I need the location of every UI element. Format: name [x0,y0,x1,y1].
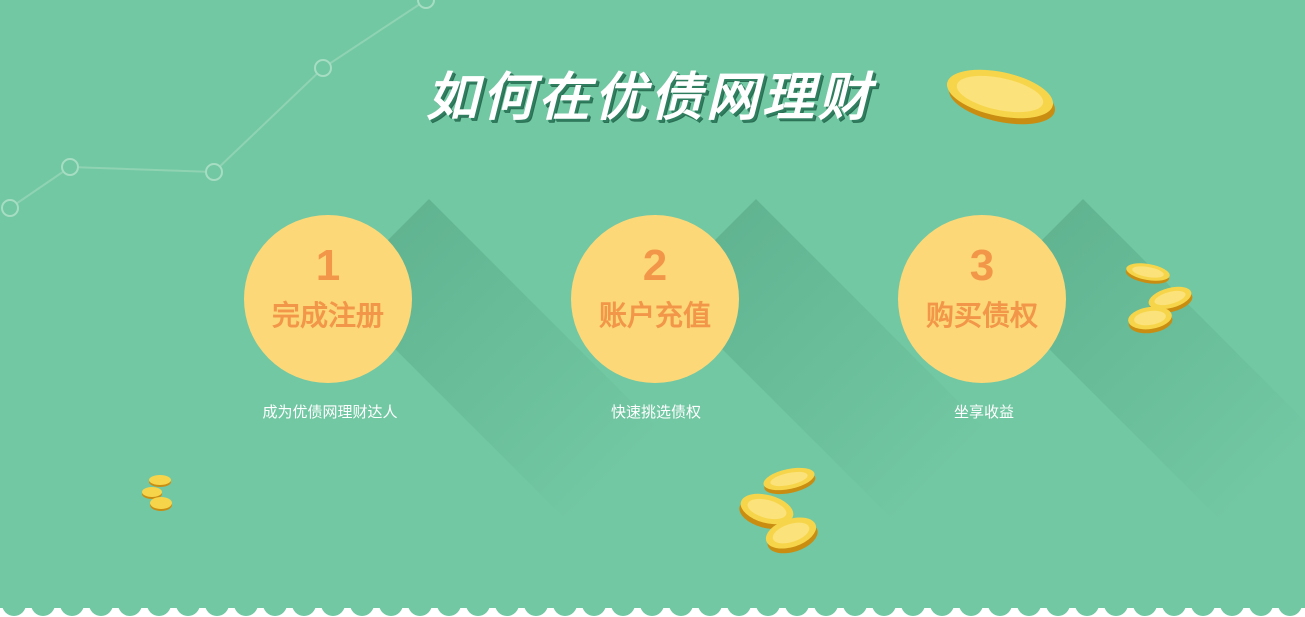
coin-pile-icon [739,467,818,554]
step-1-number: 1 [315,241,341,290]
step-2-title: 账户充值 [598,299,711,332]
step-1-circle: 1 完成注册 [244,215,412,383]
step-1-title: 完成注册 [271,299,384,332]
coin-stack-icon [1125,263,1193,334]
step-1-description: 成为优债网理财达人 [262,403,398,421]
small-coins-icon [142,475,172,511]
step-2-description: 快速挑选债权 [610,403,701,421]
gold-coin-icon [946,69,1056,125]
step-2-circle: 2 账户充值 [571,215,739,383]
step-2-number: 2 [642,241,668,290]
step-3-description: 坐享收益 [953,403,1014,421]
step-3-number: 3 [969,241,995,290]
how-to-invest-banner: 如何在优债网理财 1 完成注册 成为优债网理财达人 2 账户充值 快速挑选债权 … [0,0,1305,617]
step-3-title: 购买债权 [925,299,1038,332]
step-3-circle: 3 购买债权 [898,215,1066,383]
page-title: 如何在优债网理财 [425,68,874,128]
